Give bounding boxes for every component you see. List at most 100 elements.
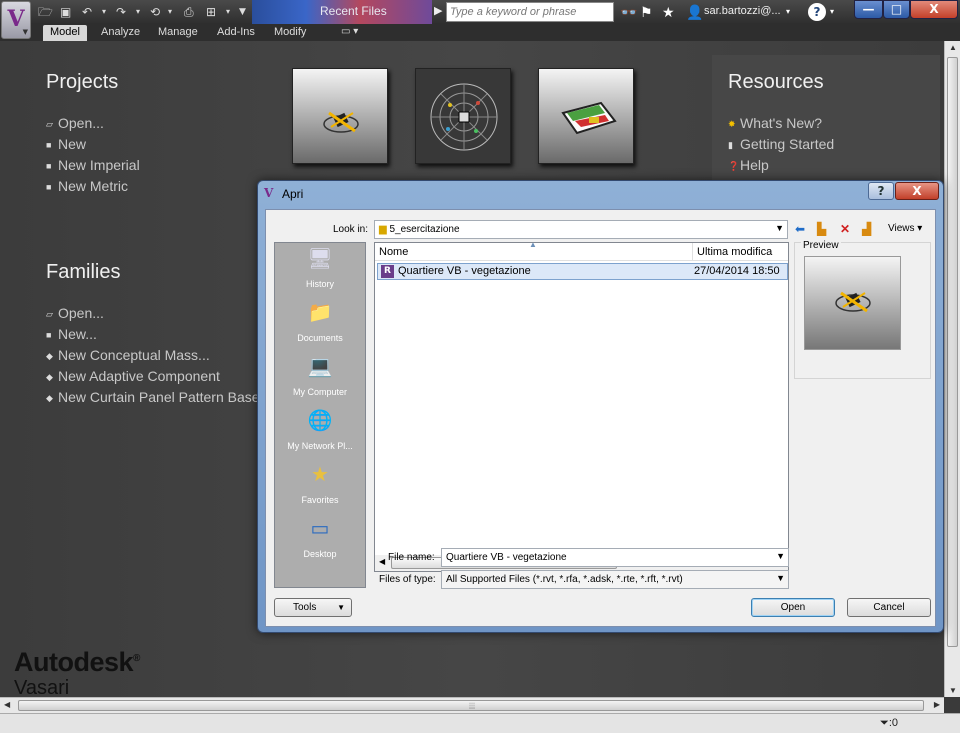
recent-project-thumbnail[interactable] bbox=[538, 68, 634, 164]
grip-icon: ⦙⦙⦙ bbox=[469, 701, 476, 711]
search-input[interactable]: Type a keyword or phrase bbox=[446, 2, 614, 22]
scroll-right-icon[interactable]: ▶ bbox=[934, 700, 940, 709]
back-arrow-icon[interactable]: ⬅ bbox=[795, 222, 805, 236]
open-button[interactable]: Open bbox=[751, 598, 835, 617]
scrollbar-thumb[interactable] bbox=[947, 57, 958, 647]
vertical-scrollbar[interactable]: ▲ ▼ bbox=[944, 41, 960, 697]
dialog-close-button[interactable]: X bbox=[895, 182, 939, 200]
column-header-row: Nome ▲ Ultima modifica bbox=[375, 240, 788, 261]
scroll-left-icon[interactable]: ◀ bbox=[379, 557, 385, 566]
computer-icon: 💻 bbox=[307, 356, 333, 378]
family-new-adaptive-component-link[interactable]: ◆ New Adaptive Component bbox=[46, 366, 267, 387]
status-bar: ⏷:0 bbox=[0, 713, 960, 733]
look-in-select[interactable]: ▆ 5_esercitazione ▼ bbox=[374, 220, 788, 239]
views-button[interactable]: Views ▾ bbox=[888, 222, 922, 236]
close-button[interactable]: X bbox=[910, 0, 958, 19]
binoculars-icon[interactable]: 👓 bbox=[620, 3, 637, 21]
cube-icon: ◆ bbox=[46, 371, 53, 382]
getting-started-link[interactable]: ▮ Getting Started bbox=[728, 134, 834, 155]
tab-modify[interactable]: Modify bbox=[267, 25, 313, 41]
undo-icon[interactable]: ↶ bbox=[82, 4, 92, 20]
maximize-button[interactable]: □ bbox=[883, 0, 910, 19]
subscription-center-icon[interactable]: ⚑ bbox=[640, 3, 653, 21]
project-new-imperial-link[interactable]: ■ New Imperial bbox=[46, 155, 140, 176]
project-new-metric-link[interactable]: ■ New Metric bbox=[46, 176, 140, 197]
tab-model[interactable]: Model bbox=[43, 25, 87, 41]
place-network[interactable]: 🌐 My Network Pl... bbox=[275, 405, 365, 459]
family-open-link[interactable]: ▱ Open... bbox=[46, 303, 267, 324]
product-name: Vasari bbox=[14, 677, 70, 697]
open-icon[interactable]: 🗁 bbox=[38, 4, 53, 20]
history-icon: 🖥 bbox=[307, 248, 333, 270]
user-icon[interactable]: 👤 bbox=[686, 3, 703, 21]
families-list: ▱ Open... ■ New... ◆ New Conceptual Mass...… bbox=[46, 303, 267, 408]
project-new-link[interactable]: ■ New bbox=[46, 134, 140, 155]
building-model-icon bbox=[835, 291, 871, 313]
new-folder-icon[interactable]: ▟ bbox=[862, 222, 871, 236]
recent-project-thumbnail[interactable] bbox=[415, 68, 511, 164]
family-new-conceptual-mass-link[interactable]: ◆ New Conceptual Mass... bbox=[46, 345, 267, 366]
resources-panel: Resources ✸ What's New? ▮ Getting Started … bbox=[712, 55, 940, 183]
favorites-star-icon[interactable]: ★ bbox=[662, 3, 675, 21]
ribbon-toggle-icon[interactable]: ▭ ▾ bbox=[334, 25, 365, 41]
preview-image bbox=[804, 256, 901, 350]
dialog-body: Look in: ▆ 5_esercitazione ▼ ⬅ ▙ ✕ ▟ Vie… bbox=[265, 209, 936, 627]
file-row[interactable]: R Quartiere VB - vegetazione 27/04/2014 … bbox=[377, 263, 788, 280]
sync-dropdown-icon[interactable]: ▾ bbox=[168, 4, 172, 20]
help-button[interactable]: ? bbox=[808, 3, 826, 21]
print-icon[interactable]: ⎙ bbox=[184, 4, 194, 20]
tools-button[interactable]: Tools ▼ bbox=[274, 598, 352, 617]
file-list[interactable]: Nome ▲ Ultima modifica R Quartiere VB - … bbox=[374, 240, 789, 572]
tab-add-ins[interactable]: Add-Ins bbox=[210, 25, 262, 41]
redo-dropdown-icon[interactable]: ▾ bbox=[136, 4, 140, 20]
dialog-help-button[interactable]: ? bbox=[868, 182, 894, 200]
cancel-button[interactable]: Cancel bbox=[847, 598, 931, 617]
filter-status[interactable]: ⏷:0 bbox=[880, 717, 898, 730]
user-dropdown-icon[interactable]: ▾ bbox=[786, 3, 790, 21]
chevron-down-icon: ▼ bbox=[776, 573, 785, 583]
column-modified-header[interactable]: Ultima modifica bbox=[693, 243, 788, 261]
application-menu-button[interactable]: V ▼ bbox=[1, 1, 31, 39]
families-title: Families bbox=[46, 261, 121, 283]
file-name-input[interactable]: Quartiere VB - vegetazione ▼ bbox=[441, 548, 789, 567]
tab-manage[interactable]: Manage bbox=[151, 25, 205, 41]
minimize-button[interactable]: — bbox=[854, 0, 883, 19]
customize-qat-icon[interactable]: ▼ bbox=[239, 4, 246, 20]
solar-radiation-icon bbox=[430, 83, 498, 151]
help-link[interactable]: ❓Help bbox=[728, 155, 834, 176]
scroll-down-icon[interactable]: ▼ bbox=[949, 686, 957, 695]
tab-analyze[interactable]: Analyze bbox=[94, 25, 147, 41]
save-icon[interactable]: ▣ bbox=[60, 4, 71, 20]
up-folder-icon[interactable]: ▙ bbox=[817, 222, 826, 236]
recent-project-thumbnail[interactable] bbox=[292, 68, 388, 164]
switch-windows-icon[interactable]: ⊞ bbox=[206, 4, 216, 20]
delete-icon[interactable]: ✕ bbox=[840, 222, 850, 236]
file-name: Quartiere VB - vegetazione bbox=[398, 265, 531, 277]
help-dropdown-icon[interactable]: ▾ bbox=[830, 3, 834, 21]
user-name[interactable]: sar.bartozzi@... bbox=[704, 5, 781, 17]
sort-ascending-icon: ▲ bbox=[529, 240, 537, 249]
chevron-right-icon[interactable]: ▶ bbox=[434, 4, 442, 17]
place-my-computer[interactable]: 💻 My Computer bbox=[275, 351, 365, 405]
file-modified: 27/04/2014 18:50 bbox=[694, 265, 780, 277]
horizontal-scrollbar[interactable]: ◀ ⦙⦙⦙ ▶ bbox=[0, 697, 944, 713]
open-folder-icon: ▱ bbox=[46, 308, 53, 319]
place-documents[interactable]: 📁 Documents bbox=[275, 297, 365, 351]
place-desktop[interactable]: ▭ Desktop bbox=[275, 513, 365, 567]
undo-dropdown-icon[interactable]: ▾ bbox=[102, 4, 106, 20]
scrollbar-thumb[interactable]: ⦙⦙⦙ bbox=[18, 700, 924, 711]
scroll-left-icon[interactable]: ◀ bbox=[4, 700, 10, 709]
redo-icon[interactable]: ↷ bbox=[116, 4, 126, 20]
sync-icon[interactable]: ⟲ bbox=[150, 4, 160, 20]
folder-icon: ▆ bbox=[379, 224, 387, 235]
help-icon: ❓ bbox=[728, 160, 740, 171]
switch-windows-dropdown-icon[interactable]: ▾ bbox=[226, 4, 230, 20]
place-favorites[interactable]: ★ Favorites bbox=[275, 459, 365, 513]
place-history[interactable]: 🖥 History bbox=[275, 243, 365, 297]
family-new-curtain-panel-link[interactable]: ◆ New Curtain Panel Pattern Based bbox=[46, 387, 267, 408]
family-new-link[interactable]: ■ New... bbox=[46, 324, 267, 345]
files-of-type-select[interactable]: All Supported Files (*.rvt, *.rfa, *.ads… bbox=[441, 570, 789, 589]
scroll-up-icon[interactable]: ▲ bbox=[949, 43, 957, 52]
project-open-link[interactable]: ▱ Open... bbox=[46, 113, 140, 134]
whats-new-link[interactable]: ✸ What's New? bbox=[728, 113, 834, 134]
